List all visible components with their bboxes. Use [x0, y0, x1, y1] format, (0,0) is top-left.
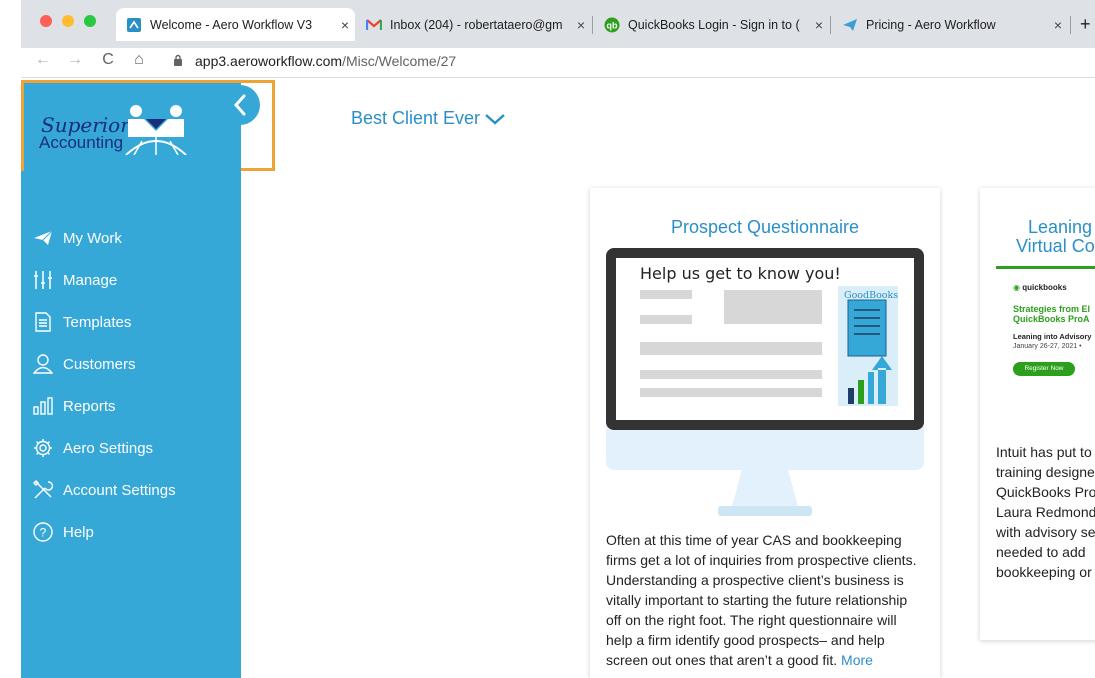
- aero-plane-icon: [842, 17, 858, 33]
- gmail-icon: [366, 17, 382, 33]
- maximize-window-button[interactable]: [84, 15, 96, 27]
- promo-brand: quickbooks: [1022, 283, 1067, 292]
- quickbooks-icon: qb: [604, 17, 620, 33]
- user-icon: [32, 353, 54, 375]
- paper-plane-icon: [32, 227, 54, 249]
- svg-text:qb: qb: [607, 20, 618, 30]
- sidebar-item-aero-settings[interactable]: Aero Settings: [32, 436, 153, 460]
- close-tab-icon[interactable]: ×: [809, 17, 829, 33]
- more-link[interactable]: More: [841, 652, 873, 668]
- reload-icon[interactable]: C: [97, 51, 119, 69]
- description-line: needed to add: [996, 544, 1086, 560]
- promo-divider: [996, 266, 1095, 269]
- description-line: training designe: [996, 464, 1095, 480]
- collapse-sidebar-button[interactable]: [220, 85, 260, 125]
- prospect-questionnaire-card[interactable]: Prospect Questionnaire Help us get to kn…: [590, 188, 940, 678]
- sidebar-item-label: Reports: [63, 397, 116, 415]
- forward-arrow-icon[interactable]: →: [64, 51, 86, 69]
- new-tab-button[interactable]: +: [1080, 14, 1091, 35]
- page-left-margin: [0, 0, 21, 678]
- tab-separator: [1070, 16, 1071, 34]
- client-selector-label: Best Client Ever: [351, 108, 481, 128]
- card-description: Intuit has put to training designe Quick…: [996, 442, 1095, 582]
- minimize-window-button[interactable]: [62, 15, 74, 27]
- leaning-into-advisory-card[interactable]: Leaning Virtual Co ◉ quickbooks Strategi…: [980, 188, 1095, 640]
- handshake-logo-icon: [125, 105, 187, 155]
- close-window-button[interactable]: [40, 15, 52, 27]
- document-icon: [32, 311, 54, 333]
- url-domain: app3.aeroworkflow.com: [195, 53, 343, 69]
- promo-title: Strategies from El QuickBooks ProA: [1013, 304, 1090, 324]
- back-arrow-icon[interactable]: ←: [32, 51, 54, 69]
- promo-title-line2: QuickBooks ProA: [1013, 314, 1090, 324]
- computer-illustration: [606, 248, 924, 516]
- tab-separator: [592, 16, 593, 34]
- description-line: QuickBooks Pro: [996, 484, 1095, 500]
- card-description-text: Often at this time of year CAS and bookk…: [606, 532, 917, 668]
- quickbooks-promo-logo: ◉ quickbooks: [1013, 283, 1067, 292]
- browser-tab-pricing[interactable]: Pricing - Aero Workflow ×: [832, 8, 1068, 41]
- tab-title: Welcome - Aero Workflow V3: [150, 17, 313, 32]
- sidebar-item-label: Help: [63, 523, 94, 541]
- sidebar-item-label: My Work: [63, 229, 122, 247]
- tab-title: Pricing - Aero Workflow: [866, 17, 996, 32]
- bar-chart-icon: [32, 395, 54, 417]
- card-description: Often at this time of year CAS and bookk…: [606, 530, 926, 670]
- sidebar-item-customers[interactable]: Customers: [32, 352, 136, 376]
- address-bar: ← → C ⌂ app3.aeroworkflow.com/Misc/Welco…: [0, 48, 1095, 78]
- lock-icon: [174, 54, 182, 66]
- tab-separator: [830, 16, 831, 34]
- gear-icon: [32, 437, 54, 459]
- tab-title: QuickBooks Login - Sign in to (: [628, 17, 800, 32]
- close-tab-icon[interactable]: ×: [571, 17, 591, 33]
- sidebar-item-label: Templates: [63, 313, 132, 331]
- quickbooks-logo-icon: ◉: [1013, 283, 1020, 292]
- sidebar-item-label: Customers: [63, 355, 136, 373]
- sidebar-item-label: Aero Settings: [63, 439, 154, 457]
- url-field[interactable]: app3.aeroworkflow.com/Misc/Welcome/27: [195, 53, 456, 69]
- sidebar-item-reports[interactable]: Reports: [32, 394, 116, 418]
- help-icon: ?: [32, 521, 54, 543]
- browser-tab-quickbooks[interactable]: qb QuickBooks Login - Sign in to ( ×: [594, 8, 829, 41]
- sidebar-item-my-work[interactable]: My Work: [32, 226, 122, 250]
- client-selector[interactable]: Best Client Ever: [351, 108, 506, 129]
- aero-workflow-icon: [126, 17, 142, 33]
- tab-title: Inbox (204) - robertataero@gm: [390, 17, 563, 32]
- close-tab-icon[interactable]: ×: [1048, 17, 1068, 33]
- sidebar-item-label: Manage: [63, 271, 118, 289]
- company-logo[interactable]: Superior Accounting: [24, 83, 241, 171]
- sidebar-item-manage[interactable]: Manage: [32, 268, 117, 292]
- close-tab-icon[interactable]: ×: [335, 17, 355, 33]
- sidebar-item-label: Account Settings: [63, 481, 176, 499]
- description-line: bookkeeping or: [996, 564, 1092, 580]
- promo-date: January 26-27, 2021 •: [1013, 343, 1082, 350]
- promo-title-line1: Strategies from El: [1013, 304, 1091, 314]
- sliders-icon: [32, 269, 54, 291]
- description-line: with advisory se: [996, 524, 1095, 540]
- card-title[interactable]: Prospect Questionnaire: [590, 217, 940, 238]
- browser-tab-inbox[interactable]: Inbox (204) - robertataero@gm ×: [356, 8, 591, 41]
- tools-icon: [32, 479, 54, 501]
- logo-text-accounting: Accounting: [39, 133, 124, 152]
- home-icon[interactable]: ⌂: [128, 51, 150, 69]
- goodbooks-badge: GoodBooks: [844, 290, 899, 301]
- svg-text:?: ?: [40, 526, 47, 540]
- description-line: Laura Redmond: [996, 504, 1095, 520]
- card-title-line1[interactable]: Leaning: [1028, 217, 1092, 238]
- sidebar-item-help[interactable]: ? Help: [32, 520, 94, 544]
- url-path: /Misc/Welcome/27: [342, 53, 457, 69]
- sidebar-item-templates[interactable]: Templates: [32, 310, 131, 334]
- illustration-heading: Help us get to know you!: [640, 264, 841, 283]
- card-title-line2[interactable]: Virtual Co: [1016, 236, 1095, 257]
- chevron-left-icon: [233, 94, 246, 116]
- sidebar-item-account-settings[interactable]: Account Settings: [32, 478, 176, 502]
- description-line: Intuit has put to: [996, 444, 1092, 460]
- chevron-down-icon: [485, 113, 505, 125]
- register-now-button[interactable]: Register Now: [1013, 362, 1075, 376]
- browser-tab-welcome[interactable]: Welcome - Aero Workflow V3 ×: [116, 8, 355, 41]
- promo-event: Leaning into Advisory: [1013, 332, 1092, 341]
